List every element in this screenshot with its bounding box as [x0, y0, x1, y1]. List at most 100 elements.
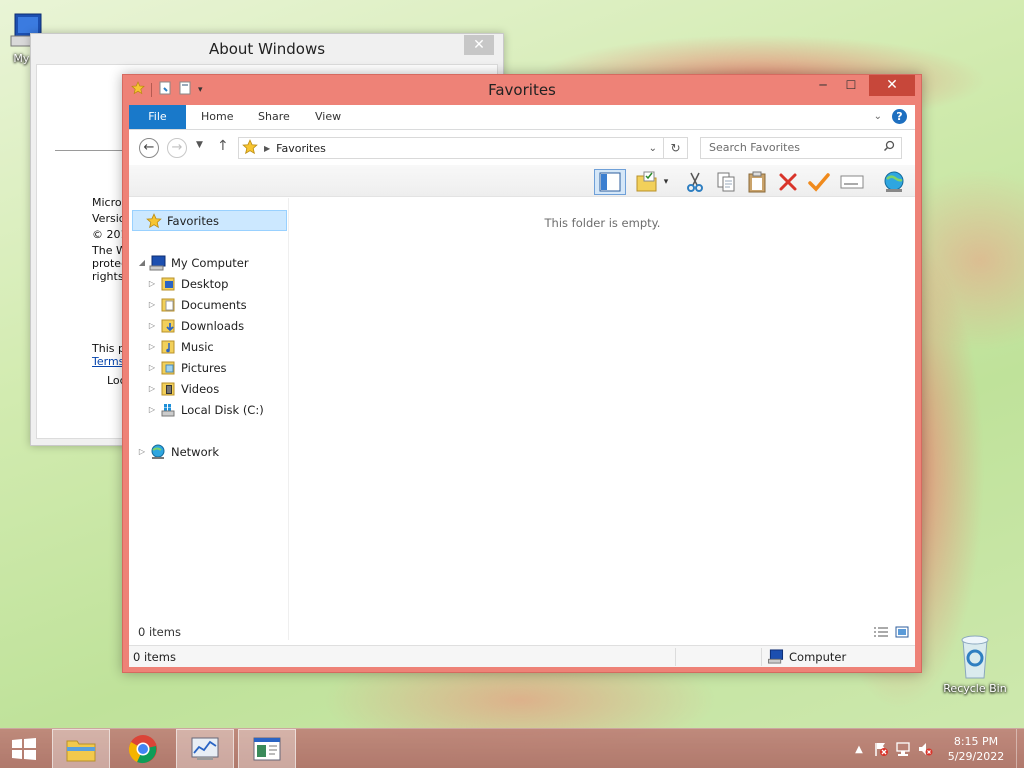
rename-icon — [840, 175, 864, 189]
taskbar-file-explorer[interactable] — [52, 729, 110, 768]
collapse-arrow-icon[interactable]: ◢ — [137, 258, 147, 267]
favorites-star-icon — [131, 81, 145, 98]
maximize-button[interactable]: ☐ — [837, 75, 865, 96]
explorer-window: ▾ Favorites ─ ☐ ✕ File Home Share View ⌄… — [122, 74, 922, 673]
view-switcher — [873, 626, 909, 641]
tree-item-label: Local Disk (C:) — [181, 402, 264, 417]
recent-locations-icon[interactable]: ▼ — [196, 140, 203, 150]
expand-arrow-icon[interactable]: ▷ — [137, 447, 147, 456]
tab-share[interactable]: Share — [244, 105, 304, 129]
taskbar-window-app[interactable] — [238, 729, 296, 768]
help-icon[interactable]: ? — [892, 109, 907, 124]
delete-button[interactable] — [775, 169, 801, 195]
close-button[interactable]: ✕ — [869, 75, 915, 96]
network-status-icon[interactable] — [892, 741, 914, 757]
tab-home[interactable]: Home — [187, 105, 247, 129]
desktop-icon-label: Recycle Bin — [943, 682, 1007, 695]
minimize-button[interactable]: ─ — [809, 75, 837, 96]
recycle-bin-icon — [961, 635, 989, 679]
up-arrow-icon[interactable]: ↑ — [217, 138, 229, 154]
clock[interactable]: 8:15 PM 5/29/2022 — [936, 734, 1016, 764]
tree-item-my-computer[interactable]: ◢ My Computer — [137, 252, 249, 273]
tree-item-label: Videos — [181, 381, 220, 396]
large-icons-view-icon[interactable] — [895, 626, 909, 641]
system-tray: ▲ 8:15 PM 5/29/2022 — [848, 729, 1024, 768]
desktop-icon-recycle-bin[interactable]: Recycle Bin — [940, 632, 1010, 695]
file-list[interactable]: This folder is empty. — [290, 198, 915, 640]
breadcrumb-chevron-icon[interactable]: ▶ — [264, 144, 270, 153]
status-location: Computer — [767, 649, 846, 664]
navigation-pane-icon — [599, 172, 621, 192]
cut-button[interactable] — [682, 169, 708, 195]
copy-button[interactable] — [713, 169, 739, 195]
search-icon — [883, 140, 895, 155]
properties-icon[interactable] — [158, 81, 172, 98]
empty-folder-message: This folder is empty. — [544, 216, 661, 230]
tab-file[interactable]: File — [129, 105, 186, 129]
tree-item-label: My Computer — [171, 255, 249, 270]
back-button[interactable]: ← — [139, 138, 159, 158]
show-desktop-button[interactable] — [1016, 729, 1024, 768]
forward-arrow-icon: → — [171, 140, 183, 155]
folder-options-dropdown[interactable]: ▾ — [659, 169, 673, 195]
volume-muted-icon[interactable] — [914, 741, 936, 757]
expand-arrow-icon[interactable]: ▷ — [147, 279, 157, 288]
tree-item-network[interactable]: ▷ Network — [137, 441, 219, 462]
ribbon: File Home Share View ⌄ ? — [129, 105, 915, 130]
refresh-icon[interactable]: ↻ — [663, 138, 687, 158]
network-globe-button[interactable] — [881, 169, 907, 195]
taskbar-performance-monitor[interactable] — [176, 729, 234, 768]
expand-arrow-icon[interactable]: ▷ — [147, 363, 157, 372]
expand-arrow-icon[interactable]: ▷ — [147, 342, 157, 351]
rename-button[interactable] — [839, 169, 865, 195]
expand-ribbon-icon[interactable]: ⌄ — [874, 111, 882, 122]
pictures-folder-icon — [159, 360, 177, 376]
terms-link[interactable]: Terms — [92, 354, 124, 370]
computer-icon — [768, 649, 784, 664]
downloads-folder-icon — [159, 318, 177, 334]
tab-view[interactable]: View — [301, 105, 355, 129]
tree-item-desktop[interactable]: ▷ Desktop — [147, 273, 229, 294]
computer-icon — [149, 255, 167, 271]
start-button[interactable] — [0, 729, 48, 768]
tree-item-documents[interactable]: ▷ Documents — [147, 294, 247, 315]
favorites-star-icon — [242, 138, 258, 158]
dialog-close-button[interactable]: ✕ — [464, 35, 494, 55]
new-folder-icon[interactable] — [178, 81, 192, 98]
clock-time: 8:15 PM — [953, 735, 999, 748]
taskbar-chrome[interactable] — [114, 729, 172, 768]
title-bar[interactable]: ▾ Favorites ─ ☐ ✕ — [123, 75, 921, 105]
tree-item-pictures[interactable]: ▷ Pictures — [147, 357, 227, 378]
taskbar: ▲ 8:15 PM 5/29/2022 — [0, 728, 1024, 768]
expand-arrow-icon[interactable]: ▷ — [147, 321, 157, 330]
expand-arrow-icon[interactable]: ▷ — [147, 384, 157, 393]
navigation-pane-button[interactable] — [594, 169, 626, 195]
details-bar: 0 items — [129, 621, 915, 643]
tree-item-music[interactable]: ▷ Music — [147, 336, 214, 357]
chrome-icon — [128, 735, 157, 764]
window-app-icon — [253, 737, 281, 761]
action-center-flag-icon[interactable] — [870, 741, 892, 757]
expand-arrow-icon[interactable]: ▷ — [147, 300, 157, 309]
tree-item-favorites[interactable]: Favorites — [132, 210, 287, 231]
expand-arrow-icon[interactable]: ▷ — [147, 405, 157, 414]
status-item-count: 0 items — [133, 650, 176, 664]
globe-icon — [884, 171, 904, 192]
search-box[interactable]: Search Favorites — [700, 137, 902, 159]
details-view-icon[interactable] — [873, 626, 889, 641]
favorites-star-icon — [145, 212, 163, 229]
status-bar: 0 items Computer — [129, 645, 915, 667]
tree-item-videos[interactable]: ▷ Videos — [147, 378, 219, 399]
hard-drive-icon — [159, 402, 177, 418]
address-bar[interactable]: ▶ Favorites ⌄ ↻ — [238, 137, 688, 159]
folder-options-button[interactable] — [634, 169, 660, 195]
show-hidden-icons-icon[interactable]: ▲ — [848, 744, 870, 755]
tree-item-downloads[interactable]: ▷ Downloads — [147, 315, 244, 336]
address-dropdown-icon[interactable]: ⌄ — [649, 143, 657, 154]
tree-item-local-disk[interactable]: ▷ Local Disk (C:) — [147, 399, 264, 420]
select-button[interactable] — [806, 169, 832, 195]
qat-dropdown-icon[interactable]: ▾ — [198, 85, 203, 95]
paste-button[interactable] — [744, 169, 770, 195]
forward-button[interactable]: → — [167, 138, 187, 158]
file-explorer-icon — [66, 740, 96, 762]
